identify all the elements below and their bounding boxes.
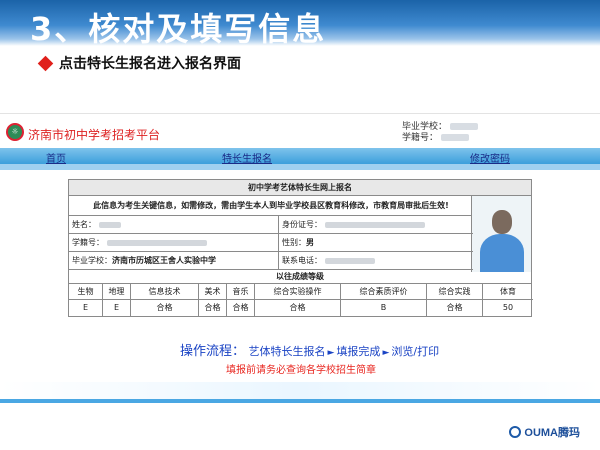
brand-text: OUMA腾玛	[524, 427, 580, 439]
user-id-label: 学籍号：	[402, 133, 439, 143]
grade-header: 信息技术	[131, 284, 199, 300]
photo-body	[480, 234, 524, 272]
student-photo	[471, 196, 531, 272]
slide-title: 3、核对及填写信息	[30, 10, 327, 48]
flow-label: 操作流程：	[180, 344, 246, 359]
brand-logo: OUMA腾玛	[509, 424, 580, 440]
flow-step-print[interactable]: 浏览/打印	[391, 345, 439, 358]
grade-value: 合格	[199, 300, 227, 316]
blurred-id	[441, 134, 470, 141]
gender-value: 男	[306, 238, 314, 247]
site-header: ☼ 济南市初中学考招考平台 毕业学校： 学籍号：	[0, 114, 600, 148]
school-value: 济南市历城区王舍人实验中学	[112, 256, 216, 265]
grade-value: B	[341, 300, 427, 316]
flow-step-register[interactable]: 艺体特长生报名	[249, 345, 326, 358]
gender-label: 性别：	[282, 238, 306, 247]
grade-header: 综合素质评价	[341, 284, 427, 300]
grade-header: 生物	[69, 284, 103, 300]
grade-header: 综合实验操作	[255, 284, 341, 300]
blurred-name	[99, 221, 121, 228]
triangle-right-icon: ►	[382, 348, 390, 358]
brand-ring-icon	[509, 426, 522, 438]
photo-head	[492, 210, 512, 234]
school-label: 毕业学校：	[72, 256, 112, 265]
grade-header: 美术	[199, 284, 227, 300]
bullet-text: 点击特长生报名进入报名界面	[59, 56, 241, 72]
form-title: 初中学考艺体特长生网上报名	[69, 180, 531, 196]
grade-value: 合格	[255, 300, 341, 316]
sub-bar	[0, 164, 600, 170]
grade-value: E	[103, 300, 131, 316]
embedded-screenshot: ☼ 济南市初中学考招考平台 毕业学校： 学籍号： 首页 特长生报名 修改密码 初…	[0, 113, 600, 408]
phone-label: 联系电话：	[282, 256, 322, 265]
idcard-label: 身份证号：	[282, 220, 322, 229]
blurred-student-id	[107, 239, 207, 246]
grade-value: 合格	[131, 300, 199, 316]
grade-value: 合格	[227, 300, 255, 316]
diamond-bullet-icon	[37, 55, 54, 71]
grade-header: 地理	[103, 284, 131, 300]
grade-value: 50	[502, 303, 514, 312]
blurred-school	[450, 123, 479, 130]
form-row-2: 学籍号： 性别：男	[69, 234, 473, 252]
user-school-label: 毕业学校：	[402, 122, 448, 132]
slide-header: 3、核对及填写信息	[0, 0, 600, 48]
warning-text: 填报前请务必查询各学校招生简章	[226, 365, 376, 376]
process-flow: 操作流程： 艺体特长生报名 ► 填报完成 ► 浏览/打印	[180, 340, 439, 359]
blurred-idcard	[325, 221, 425, 228]
form-notice: 此信息为考生关键信息，如需修改，需由学生本人到毕业学校县区教育科修改，市教育局审…	[69, 196, 473, 216]
site-logo-icon: ☼	[6, 123, 24, 141]
bottom-bar	[0, 399, 600, 403]
bullet-row: 点击特长生报名进入报名界面	[37, 53, 241, 73]
form-row-3: 毕业学校：济南市历城区王舍人实验中学 联系电话：	[69, 252, 473, 270]
blurred-phone	[325, 257, 375, 264]
nav-bar: 首页 特长生报名 修改密码	[0, 148, 600, 165]
flow-step-complete[interactable]: 填报完成	[336, 345, 380, 358]
nav-special-link[interactable]: 特长生报名	[222, 150, 272, 165]
nav-home-link[interactable]: 首页	[46, 150, 66, 165]
triangle-right-icon: ►	[327, 348, 335, 358]
user-info: 毕业学校： 学籍号：	[402, 122, 479, 144]
name-label: 姓名：	[72, 220, 96, 229]
registration-form: 初中学考艺体特长生网上报名 此信息为考生关键信息，如需修改，需由学生本人到毕业学…	[68, 179, 533, 317]
grade-header: 体育	[483, 284, 533, 300]
grade-header: 综合实践	[427, 284, 483, 300]
grade-value: E	[69, 300, 103, 316]
grades-table: 生物 地理 信息技术 美术 音乐 综合实验操作 综合素质评价 综合实践 体育 E…	[69, 284, 533, 316]
grades-title: 以往成绩等级	[69, 270, 531, 284]
nav-change-password-link[interactable]: 修改密码	[470, 150, 510, 165]
grade-value: 合格	[427, 300, 483, 316]
student-id-label: 学籍号：	[72, 238, 104, 247]
grade-header: 音乐	[227, 284, 255, 300]
site-name: 济南市初中学考招考平台	[28, 128, 161, 142]
form-row-1: 姓名： 身份证号：	[69, 216, 473, 234]
bottom-band	[0, 382, 600, 400]
